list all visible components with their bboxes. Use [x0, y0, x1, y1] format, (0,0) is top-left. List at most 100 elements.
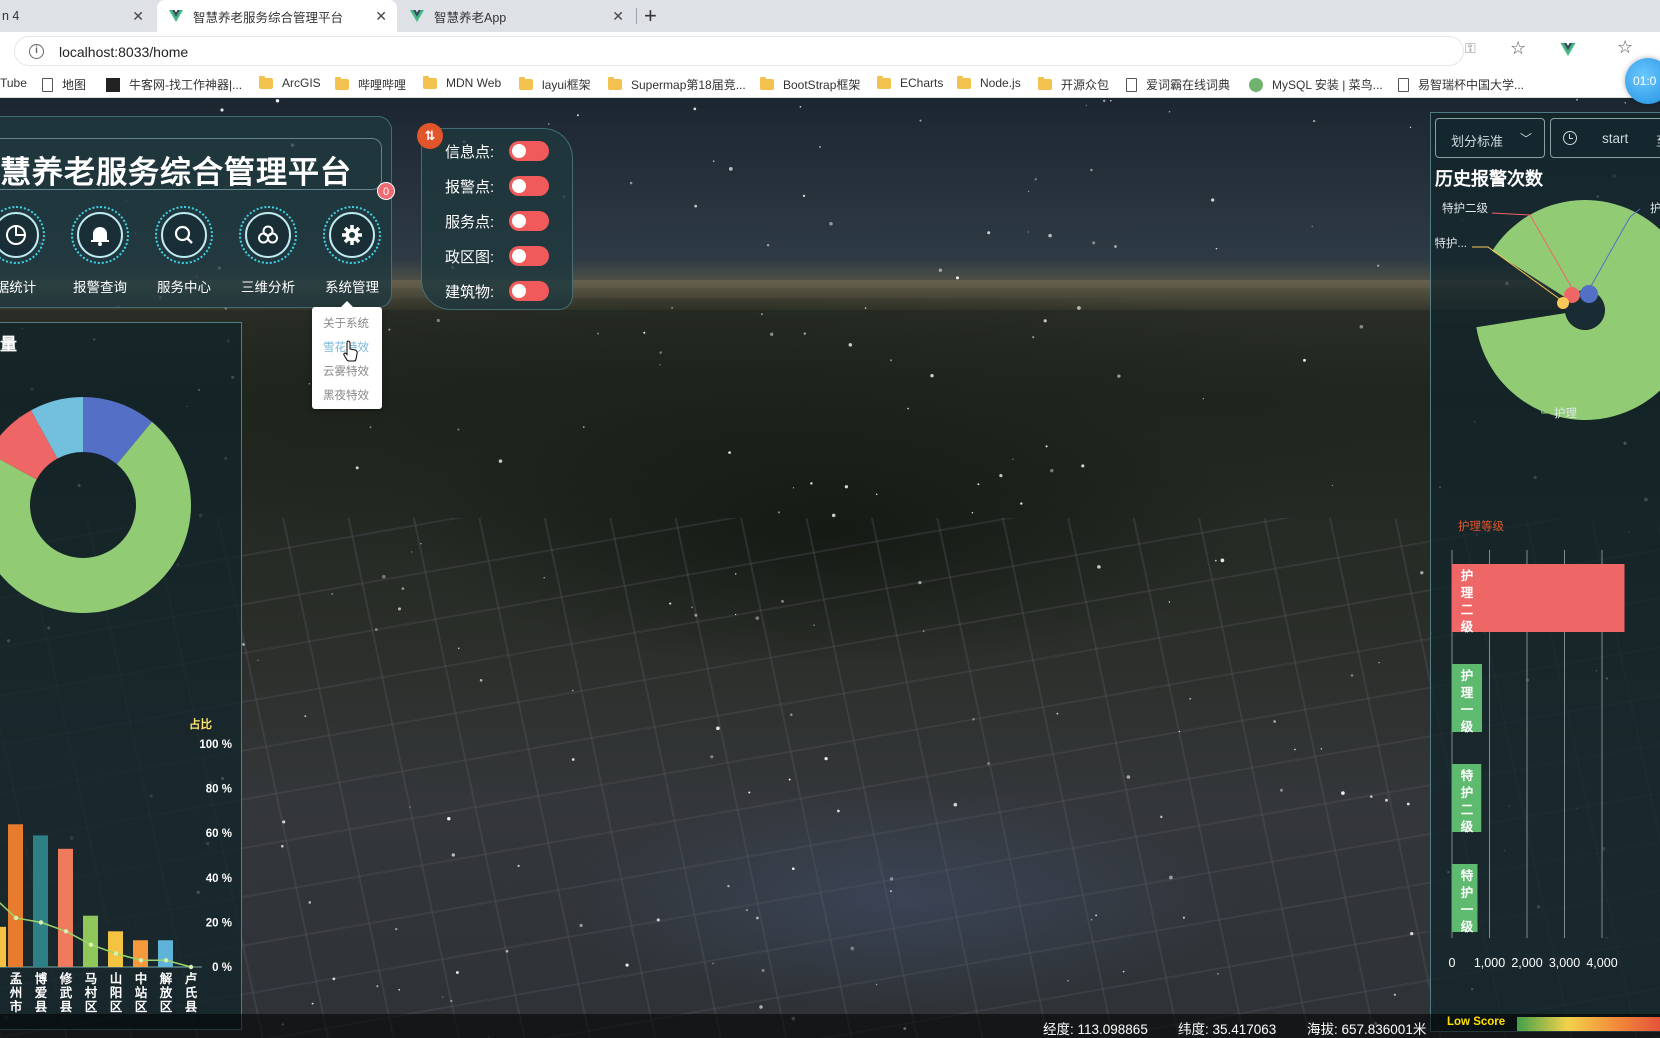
slice-label: 护 [1650, 201, 1660, 215]
snow-particle [712, 160, 715, 162]
snow-particle [308, 901, 312, 904]
date-range-picker[interactable]: start 至 [1550, 118, 1660, 158]
snow-particle [864, 307, 867, 309]
y-tick-label: 级 [1461, 719, 1474, 734]
x-tick-label: 县 [60, 1000, 73, 1014]
snow-particle [220, 108, 224, 112]
snow-particle [1273, 720, 1276, 723]
snow-particle [1341, 791, 1345, 795]
browser-tab-active[interactable]: 智慧养老服务综合管理平台 ✕ [157, 0, 397, 32]
vue-devtools-icon[interactable] [1560, 43, 1576, 61]
new-tab-icon[interactable]: + [644, 3, 657, 29]
bookmark-item[interactable]: 易智瑞杯中国大学... [1398, 76, 1524, 93]
bookmark-item[interactable]: 开源众包 [1038, 76, 1109, 93]
mysql-icon [1249, 77, 1263, 92]
bookmark-item[interactable]: layui框架 [519, 76, 591, 93]
page-icon [1126, 77, 1137, 92]
menu-item-night-effect[interactable]: 黑夜特效 [323, 387, 369, 403]
bookmark-item[interactable]: MDN Web [423, 75, 502, 90]
notification-badge[interactable]: 0 [377, 182, 395, 200]
toggle-knob [512, 284, 526, 298]
x-tick-label: 区 [85, 1000, 98, 1014]
bookmark-label: ECharts [900, 76, 944, 90]
snow-particle [745, 908, 749, 912]
snow-particle [766, 243, 770, 247]
key-icon[interactable]: ⚿ [1465, 40, 1476, 57]
snow-particle [1182, 916, 1185, 919]
ratio-point [113, 951, 119, 956]
bookmark-label: BootStrap框架 [783, 78, 861, 92]
url-input[interactable]: i localhost:8033/home [14, 36, 1464, 66]
nav-data-stats-button[interactable]: 据统计 [0, 206, 54, 298]
snow-particle [1214, 559, 1217, 562]
toggle-switch[interactable] [509, 281, 549, 301]
favorites-icon[interactable]: ☆ [1617, 37, 1633, 58]
bookmark-item[interactable]: Tube [0, 76, 27, 90]
nav-alarm-query-button[interactable]: 报警查询 [58, 206, 138, 298]
snow-particle [282, 820, 286, 824]
snow-particle [1081, 464, 1085, 468]
bookmark-item[interactable]: Supermap第18届竞... [608, 76, 746, 93]
snow-particle [781, 599, 784, 603]
browser-tab[interactable]: n 4 ✕ [0, 0, 154, 32]
snow-particle [1378, 662, 1380, 664]
layer-toggle-buildings: 建筑物: [445, 280, 549, 302]
bookmark-label: MDN Web [446, 76, 502, 90]
toggle-switch[interactable] [509, 211, 549, 231]
tab-close-icon[interactable]: ✕ [612, 8, 624, 25]
y-tick-label: 级 [1461, 919, 1474, 934]
x-tick-label: 县 [35, 1000, 48, 1014]
toggle-switch[interactable] [509, 246, 549, 266]
nav-service-center-button[interactable]: 服务中心 [142, 206, 222, 298]
bookmark-item[interactable]: 哔哩哔哩 [335, 76, 406, 93]
menu-item-fog-effect[interactable]: 云雾特效 [323, 363, 369, 379]
snow-particle [712, 962, 714, 965]
tab-close-icon[interactable]: ✕ [375, 8, 387, 25]
snow-particle [875, 493, 878, 496]
toggle-switch[interactable] [509, 141, 549, 161]
site-info-icon[interactable]: i [29, 44, 44, 59]
snow-particle [436, 318, 440, 323]
bookmark-star-icon[interactable]: ☆ [1510, 38, 1526, 59]
snow-particle [659, 364, 661, 366]
bookmark-item[interactable]: 爱词霸在线词典 [1126, 76, 1230, 93]
x-tick-label: 区 [135, 1000, 148, 1014]
bookmarks-bar: Tube 地图 牛客网-找工作神器|... ArcGIS 哔哩哔哩 MDN We… [0, 70, 1660, 98]
bookmark-item[interactable]: MySQL 安装 | 菜鸟... [1249, 76, 1383, 93]
snow-particle [1406, 802, 1410, 806]
bookmark-item[interactable]: 牛客网-找工作神器|... [106, 76, 242, 93]
bookmark-item[interactable]: ECharts [877, 75, 944, 90]
snow-particle [791, 867, 795, 871]
bookmark-item[interactable]: 地图 [42, 76, 86, 93]
snow-particle [987, 231, 991, 235]
snow-particle [401, 587, 405, 590]
y-tick-label: 20 % [206, 917, 232, 929]
snow-particle [728, 451, 731, 454]
tab-close-icon[interactable]: ✕ [132, 8, 144, 25]
nav-3d-analysis-button[interactable]: 三维分析 [226, 206, 306, 298]
date-start-input[interactable]: start [1602, 131, 1628, 146]
snow-particle [1215, 247, 1218, 250]
browser-tab[interactable]: 智慧养老App ✕ [398, 0, 634, 32]
cluster-icon [245, 212, 291, 258]
toggle-switch[interactable] [509, 176, 549, 196]
ratio-point [163, 958, 169, 963]
slice-label: 特护... [1434, 236, 1467, 250]
bookmark-item[interactable]: Node.js [957, 75, 1021, 90]
layer-panel-collapse-icon[interactable]: ⇅ [417, 123, 443, 149]
page-title: 慧养老服务综合管理平台 [0, 155, 352, 190]
gear-icon [329, 212, 375, 258]
bookmark-item[interactable]: ArcGIS [259, 75, 321, 90]
x-tick-label: 1,000 [1474, 956, 1505, 970]
menu-item-about[interactable]: 关于系统 [323, 315, 369, 331]
nav-system-management-button[interactable]: 系统管理 [310, 206, 390, 298]
snow-particle [583, 426, 585, 428]
snow-particle [1312, 119, 1316, 123]
ratio-point [188, 964, 194, 970]
snow-particle [1178, 730, 1181, 733]
clock-icon [1563, 131, 1577, 145]
district-bar-chart: 0 %20 %40 %60 %80 %100 %孟州市博爱县修武县马村区山阳区中… [0, 739, 232, 1014]
division-standard-select[interactable]: 划分标准 ﹀ [1435, 118, 1545, 158]
snow-particle [1409, 126, 1412, 128]
bookmark-item[interactable]: BootStrap框架 [760, 76, 860, 93]
